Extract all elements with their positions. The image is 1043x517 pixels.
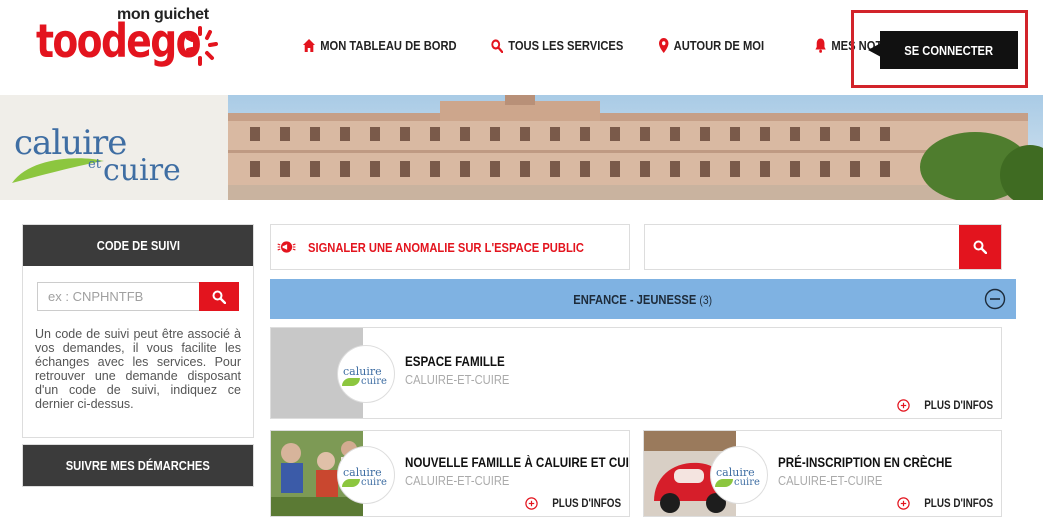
tracking-code-panel: CODE DE SUIVI Un code de suivi peut être… — [22, 224, 254, 438]
login-highlight-frame: SE CONNECTER — [851, 10, 1028, 88]
login-button-label: SE CONNECTER — [904, 42, 994, 58]
tracking-code-input[interactable] — [37, 282, 199, 311]
caluire-badge-logo: caluire cuire — [710, 446, 768, 504]
service-subtitle: CALUIRE-ET-CUIRE — [405, 372, 510, 387]
megaphone-icon — [277, 241, 296, 253]
city-name-line2: cuire — [103, 153, 181, 188]
nav-around-me-label: AUTOUR DE MOI — [673, 38, 765, 53]
more-info-link[interactable]: PLUS D'INFOS — [897, 497, 993, 510]
leaf-icon — [342, 479, 360, 487]
tracking-code-help: Un code de suivi peut être associé à vos… — [35, 327, 241, 411]
search-icon — [212, 290, 226, 304]
plus-circle-icon — [897, 497, 910, 510]
map-pin-icon — [659, 38, 669, 53]
home-icon — [303, 39, 316, 52]
service-title: NOUVELLE FAMILLE À CALUIRE ET CUIRE ? — [405, 455, 629, 470]
site-header: mon guichet toodego MON TABLEAU DE BORD … — [0, 0, 1043, 95]
nav-dashboard-label: MON TABLEAU DE BORD — [320, 38, 457, 53]
city-banner: caluire et cuire — [0, 95, 1043, 200]
service-card-creche[interactable]: caluire cuire PRÉ-INSCRIPTION EN CRÈCHE … — [643, 430, 1002, 517]
logo-wordmark: toodego — [36, 14, 202, 68]
plus-circle-icon — [897, 399, 910, 412]
login-button[interactable]: SE CONNECTER — [880, 31, 1018, 69]
caluire-badge-logo: caluire cuire — [337, 446, 395, 504]
leaf-icon — [715, 479, 733, 487]
nav-all-services[interactable]: TOUS LES SERVICES — [491, 38, 623, 53]
category-header-enfance[interactable]: ENFANCE - JEUNESSE (3) — [270, 279, 1016, 319]
report-anomaly-button[interactable]: SIGNALER UNE ANOMALIE SUR L'ESPACE PUBLI… — [270, 224, 630, 270]
toodego-logo[interactable]: mon guichet toodego — [30, 2, 230, 87]
more-info-link[interactable]: PLUS D'INFOS — [525, 497, 621, 510]
service-search-input[interactable] — [645, 225, 959, 269]
tracking-code-title: CODE DE SUIVI — [23, 225, 253, 266]
service-card-espace-famille[interactable]: caluire cuire ESPACE FAMILLE CALUIRE-ET-… — [270, 327, 1002, 419]
nav-dashboard[interactable]: MON TABLEAU DE BORD — [303, 38, 457, 53]
tracking-code-form — [37, 282, 239, 311]
more-info-link[interactable]: PLUS D'INFOS — [897, 399, 993, 412]
service-search — [644, 224, 1002, 270]
service-subtitle: CALUIRE-ET-CUIRE — [405, 473, 510, 488]
follow-steps-panel[interactable]: SUIVRE MES DÉMARCHES — [22, 444, 254, 487]
sidebar: CODE DE SUIVI Un code de suivi peut être… — [22, 224, 254, 487]
bell-icon — [815, 38, 826, 53]
service-title: PRÉ-INSCRIPTION EN CRÈCHE — [778, 455, 953, 470]
service-search-button[interactable] — [959, 225, 1001, 269]
nav-all-services-label: TOUS LES SERVICES — [508, 38, 624, 53]
caluire-badge-logo: caluire cuire — [337, 345, 395, 403]
tracking-search-button[interactable] — [199, 282, 239, 311]
city-name-et: et — [88, 157, 101, 172]
report-anomaly-label: SIGNALER UNE ANOMALIE SUR L'ESPACE PUBLI… — [308, 239, 585, 255]
logo-spark-icon — [186, 26, 218, 66]
category-count: (3) — [699, 292, 713, 307]
follow-steps-title: SUIVRE MES DÉMARCHES — [23, 445, 253, 486]
service-subtitle: CALUIRE-ET-CUIRE — [778, 473, 883, 488]
plus-circle-icon — [525, 497, 538, 510]
search-icon — [973, 240, 987, 254]
collapse-minus-icon[interactable] — [984, 288, 1006, 310]
nav-around-me[interactable]: AUTOUR DE MOI — [659, 38, 771, 53]
search-icon — [491, 38, 504, 53]
service-title: ESPACE FAMILLE — [405, 354, 505, 369]
category-label: ENFANCE - JEUNESSE (3) — [573, 291, 713, 307]
leaf-icon — [342, 378, 360, 386]
service-card-nouvelle-famille[interactable]: caluire cuire NOUVELLE FAMILLE À CALUIRE… — [270, 430, 630, 517]
caluire-city-logo: caluire et cuire — [0, 95, 228, 200]
